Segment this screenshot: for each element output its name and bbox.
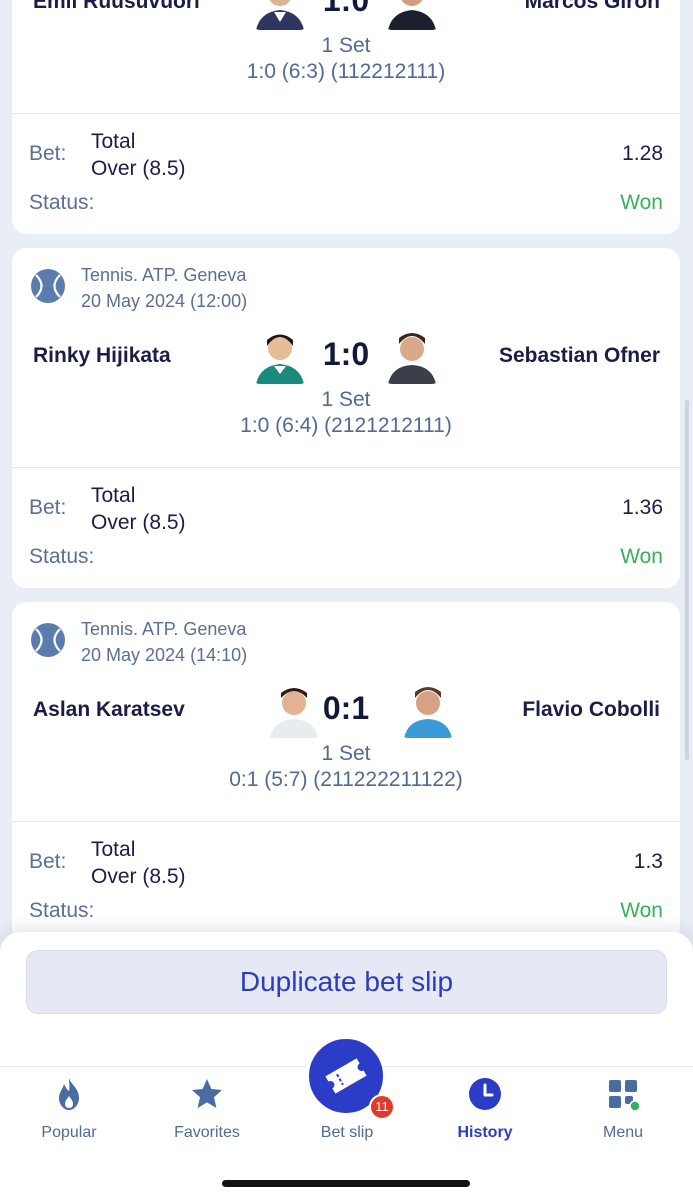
league-name: Tennis. ATP. Geneva (81, 619, 247, 639)
set-label: 1 Set (321, 742, 371, 765)
grid-icon (609, 1080, 641, 1112)
bet-market: Total (91, 838, 136, 861)
match-header: Emil Ruusuvuori 1:0 Marcos Giron 1 Set 1… (12, 0, 680, 114)
player2-name: Marcos Giron (524, 0, 660, 13)
bet-label: Bet: (29, 850, 67, 873)
league-info: Tennis. ATP. Geneva 20 May 2024 (14:10) (81, 616, 247, 668)
status-label: Status: (29, 545, 95, 568)
bet-info: Bet: Total Over (8.5) 1.3 Status: Won (12, 822, 680, 942)
status-value: Won (620, 545, 663, 568)
home-indicator[interactable] (222, 1180, 470, 1187)
bet-odds: 1.28 (622, 142, 663, 165)
player1-avatar (252, 0, 308, 30)
bet-market: Total (91, 484, 136, 507)
player2-avatar (384, 328, 440, 384)
player2-avatar (400, 682, 456, 738)
nav-menu-label: Menu (602, 1124, 644, 1141)
match-score: 1:0 (322, 0, 370, 18)
bet-name: Total Over (8.5) (91, 836, 186, 890)
bet-info: Bet: Total Over (8.5) 1.36 Status: Won (12, 468, 680, 588)
flame-icon (59, 1078, 79, 1110)
nav-betslip-label: Bet slip (320, 1124, 374, 1141)
player2-name: Flavio Cobolli (522, 698, 660, 721)
player1-name: Rinky Hijikata (33, 344, 171, 367)
player1-name: Aslan Karatsev (33, 698, 185, 721)
bet-card: Tennis. ATP. Geneva 20 May 2024 (12:00) … (12, 248, 680, 588)
bet-odds: 1.3 (633, 850, 663, 873)
bottom-sheet: Duplicate bet slip Popular Favorites 11 … (0, 932, 693, 1200)
tennis-ball-icon (31, 623, 65, 657)
bet-card: Tennis. ATP. Geneva 20 May 2024 (14:10) … (12, 602, 680, 942)
bet-selection: Over (8.5) (91, 157, 186, 180)
match-date: 20 May 2024 (12:00) (81, 291, 248, 311)
player1-avatar (252, 328, 308, 384)
bet-odds: 1.36 (622, 496, 663, 519)
bet-label: Bet: (29, 496, 67, 519)
duplicate-bet-slip-button[interactable]: Duplicate bet slip (26, 950, 667, 1014)
nav-favorites-label: Favorites (174, 1124, 240, 1141)
star-icon (192, 1079, 222, 1108)
match-header: Tennis. ATP. Geneva 20 May 2024 (14:10) … (12, 602, 680, 822)
league-info: Tennis. ATP. Geneva 20 May 2024 (12:00) (81, 262, 247, 314)
nav-menu[interactable]: Menu (563, 1076, 683, 1146)
bet-selection: Over (8.5) (91, 865, 186, 888)
bet-label: Bet: (29, 142, 67, 165)
status-value: Won (620, 899, 663, 922)
status-value: Won (620, 191, 663, 214)
match-score: 1:0 (322, 336, 370, 372)
match-header: Tennis. ATP. Geneva 20 May 2024 (12:00) … (12, 248, 680, 468)
match-date: 20 May 2024 (14:10) (81, 645, 248, 665)
set-detail: 1:0 (6:3) (112212111) (246, 60, 446, 83)
nav-history[interactable]: History (425, 1076, 545, 1146)
set-detail: 0:1 (5:7) (211222211122) (229, 768, 463, 791)
bet-market: Total (91, 130, 136, 153)
nav-popular[interactable]: Popular (9, 1076, 129, 1146)
status-label: Status: (29, 899, 95, 922)
match-score: 0:1 (322, 690, 370, 726)
bet-slip-count-badge: 11 (369, 1094, 395, 1120)
set-label: 1 Set (321, 34, 371, 57)
player2-avatar (384, 0, 440, 30)
nav-favorites[interactable]: Favorites (147, 1076, 267, 1146)
scrollbar[interactable] (685, 400, 689, 760)
bet-selection: Over (8.5) (91, 511, 186, 534)
league-name: Tennis. ATP. Geneva (81, 265, 247, 285)
player2-name: Sebastian Ofner (498, 344, 660, 367)
set-detail: 1:0 (6:4) (2121212111) (240, 414, 452, 437)
status-label: Status: (29, 191, 95, 214)
nav-popular-label: Popular (41, 1124, 97, 1141)
bet-info: Bet: Total Over (8.5) 1.28 Status: Won (12, 114, 680, 234)
bet-card: Emil Ruusuvuori 1:0 Marcos Giron 1 Set 1… (12, 0, 680, 234)
bet-name: Total Over (8.5) (91, 482, 186, 536)
nav-history-label: History (457, 1124, 513, 1141)
clock-icon (469, 1078, 501, 1110)
bet-name: Total Over (8.5) (91, 128, 186, 182)
set-label: 1 Set (321, 388, 371, 411)
player1-name: Emil Ruusuvuori (33, 0, 200, 13)
tennis-ball-icon (31, 269, 65, 303)
